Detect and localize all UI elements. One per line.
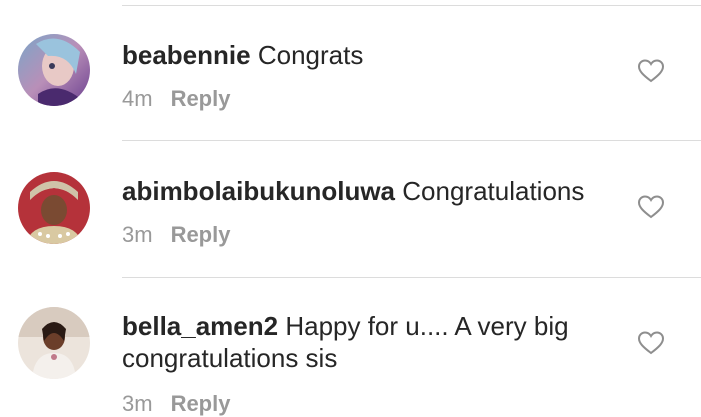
heart-outline-icon (637, 59, 665, 83)
heart-outline-icon (637, 331, 665, 355)
comment-username[interactable]: beabennie (122, 40, 251, 70)
comment-item: bella_amen2 Happy for u.... A very big c… (0, 277, 701, 417)
like-button[interactable] (637, 330, 665, 356)
comment-text: abimbolaibukunoluwa Congratulations (122, 175, 612, 207)
comment-username[interactable]: abimbolaibukunoluwa (122, 176, 395, 206)
comment-body: Congratulations (402, 176, 585, 206)
avatar-image (18, 34, 90, 106)
avatar-image (18, 172, 90, 244)
comment-text: bella_amen2 Happy for u.... A very big c… (122, 310, 612, 374)
comment-meta: 4m Reply (122, 86, 230, 112)
avatar[interactable] (18, 307, 90, 379)
avatar[interactable] (18, 172, 90, 244)
comment-time: 3m (122, 391, 153, 416)
like-button[interactable] (637, 58, 665, 84)
reply-button[interactable]: Reply (171, 222, 231, 247)
comment-time: 3m (122, 222, 153, 247)
comment-time: 4m (122, 86, 153, 111)
comment-item: abimbolaibukunoluwa Congratulations 3m Re… (0, 140, 701, 277)
heart-outline-icon (637, 195, 665, 219)
reply-button[interactable]: Reply (171, 391, 231, 416)
avatar-image (18, 307, 90, 379)
avatar[interactable] (18, 34, 90, 106)
comment-username[interactable]: bella_amen2 (122, 311, 278, 341)
comment-text: beabennie Congrats (122, 39, 612, 71)
reply-button[interactable]: Reply (171, 86, 231, 111)
like-button[interactable] (637, 194, 665, 220)
comment-body: Congrats (257, 40, 364, 70)
comment-meta: 3m Reply (122, 222, 230, 248)
comment-item: beabennie Congrats 4m Reply (0, 0, 701, 140)
comment-meta: 3m Reply (122, 391, 230, 417)
